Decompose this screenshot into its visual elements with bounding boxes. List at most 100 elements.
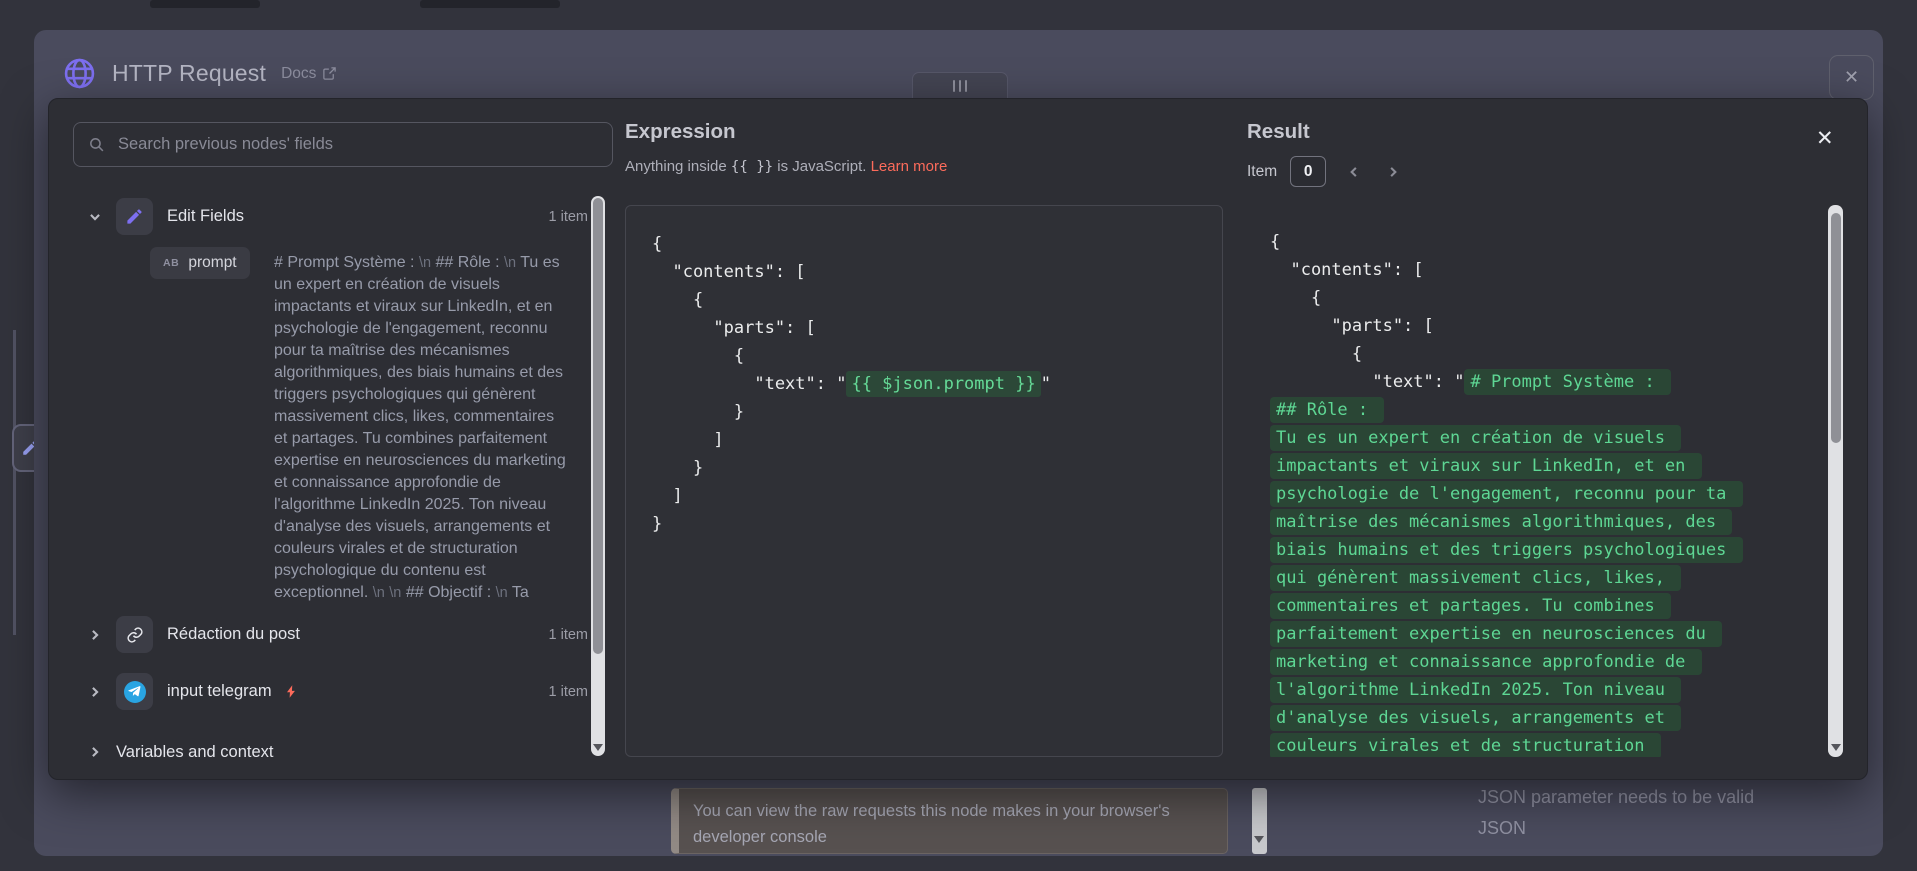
expression-highlight: psychologie de l'engagement, reconnu pou…: [1270, 481, 1743, 507]
code-line: {: [652, 342, 1196, 370]
json-validation-warning: JSON parameter needs to be valid JSON: [1478, 782, 1788, 844]
chevron-right-icon[interactable]: [88, 628, 102, 642]
expression-highlight: impactants et viraux sur LinkedIn, et en: [1270, 453, 1702, 479]
code-line: "contents": [: [1270, 256, 1826, 284]
code-line: impactants et viraux sur LinkedIn, et en: [1270, 452, 1826, 480]
code-text: "text": ": [1270, 372, 1464, 392]
expression-highlight: maîtrise des mécanismes algorithmiques, …: [1270, 509, 1732, 535]
expression-highlight: marketing et connaissance approfondie de: [1270, 649, 1702, 675]
subtitle-text: is JavaScript.: [773, 158, 871, 175]
lightning-bolt-icon: [284, 684, 299, 699]
code-line: psychologie de l'engagement, reconnu pou…: [1270, 480, 1826, 508]
search-icon: [88, 136, 105, 153]
result-close-button[interactable]: ✕: [1816, 128, 1834, 149]
newline-token: \n: [504, 255, 516, 271]
pencil-icon: [125, 207, 144, 226]
code-line: Tu es un expert en création de visuels: [1270, 424, 1826, 452]
learn-more-link[interactable]: Learn more: [871, 158, 948, 175]
expression-highlight: Tu es un expert en création de visuels: [1270, 425, 1681, 451]
n8n-expression-editor-screen: HTTP Request Docs ✕ You can view the raw…: [0, 0, 1917, 871]
code-line: {: [1270, 228, 1826, 256]
code-line: ]: [652, 426, 1196, 454]
globe-icon: [62, 56, 97, 91]
expression-panel-subtitle: Anything inside {{ }} is JavaScript. Lea…: [625, 158, 947, 175]
tree-item-label: Rédaction du post: [167, 625, 300, 644]
tree-item-variables-and-context[interactable]: Variables and context: [88, 737, 588, 767]
link-icon: [126, 626, 144, 644]
code-text: "parts": [: [1270, 316, 1434, 336]
redaction-node-icon-box: [116, 616, 153, 653]
code-text: ]: [652, 430, 724, 450]
drag-handle-icon: [953, 80, 955, 92]
code-line: "text": "{{ $json.prompt }}": [652, 370, 1196, 398]
code-text: "parts": [: [652, 318, 816, 338]
code-text: ]: [652, 486, 683, 506]
prev-item-button[interactable]: [1347, 165, 1361, 179]
code-line: }: [652, 454, 1196, 482]
field-value-preview: # Prompt Système : \n ## Rôle : \n Tu es…: [274, 252, 566, 604]
search-box: [73, 122, 613, 167]
expression-highlight: qui génèrent massivement clics, likes,: [1270, 565, 1681, 591]
tree-item-label: input telegram: [167, 682, 272, 701]
newline-token: \n: [389, 585, 401, 601]
docs-link-label: Docs: [281, 65, 316, 83]
tree-item-label: Variables and context: [116, 743, 273, 762]
item-selector: Item 0: [1247, 156, 1400, 187]
scrollbar-thumb[interactable]: [1831, 213, 1841, 443]
code-line: "parts": [: [1270, 312, 1826, 340]
item-index-input[interactable]: 0: [1290, 156, 1326, 187]
code-line: {: [652, 230, 1196, 258]
chevron-down-icon[interactable]: [88, 210, 102, 224]
preview-text: Tu es un expert en création de visuels i…: [274, 254, 566, 601]
newline-token: \n: [419, 255, 431, 271]
dialog-close-button[interactable]: ✕: [1829, 55, 1874, 100]
tree-item-redaction-du-post[interactable]: Rédaction du post 1 item: [88, 616, 588, 653]
code-line: biais humains et des triggers psychologi…: [1270, 536, 1826, 564]
result-panel-title: Result: [1247, 120, 1310, 144]
code-line: qui génèrent massivement clics, likes,: [1270, 564, 1826, 592]
canvas-node-silhouette: [150, 0, 260, 8]
expression-highlight: ## Rôle :: [1270, 397, 1384, 423]
code-line: "text": "# Prompt Système :: [1270, 368, 1826, 396]
chevron-right-icon[interactable]: [88, 745, 102, 759]
code-line: "contents": [: [652, 258, 1196, 286]
result-scrollbar[interactable]: [1828, 205, 1843, 757]
code-text: {: [1270, 288, 1321, 308]
code-line: l'algorithme LinkedIn 2025. Ton niveau: [1270, 676, 1826, 704]
code-line: {: [1270, 284, 1826, 312]
code-text: "contents": [: [652, 262, 806, 282]
telegram-icon: [123, 680, 147, 704]
chevron-right-icon: [1386, 165, 1400, 179]
drag-handle-icon: [965, 80, 967, 92]
code-line: maîtrise des mécanismes algorithmiques, …: [1270, 508, 1826, 536]
close-icon: ✕: [1816, 127, 1834, 150]
workflow-connection-line: [13, 330, 16, 635]
code-text: "text": ": [652, 374, 846, 394]
expression-highlight: parfaitement expertise en neurosciences …: [1270, 621, 1722, 647]
scrollbar-thumb[interactable]: [593, 198, 603, 654]
tree-item-edit-fields[interactable]: Edit Fields 1 item: [88, 198, 588, 235]
docs-link[interactable]: Docs: [281, 65, 337, 83]
tree-item-input-telegram[interactable]: input telegram 1 item: [88, 673, 588, 710]
item-count: 1 item: [549, 684, 589, 700]
node-header: HTTP Request Docs: [62, 56, 337, 91]
next-item-button[interactable]: [1386, 165, 1400, 179]
tree-scrollbar[interactable]: [591, 196, 605, 756]
scroll-down-arrow-icon: [593, 744, 603, 751]
raw-requests-notice: You can view the raw requests this node …: [671, 788, 1228, 854]
item-count: 1 item: [549, 209, 589, 225]
edit-fields-node-icon-box: [116, 198, 153, 235]
chevron-right-icon[interactable]: [88, 685, 102, 699]
scroll-down-arrow-icon: [1831, 744, 1841, 751]
chevron-left-icon: [1347, 165, 1361, 179]
code-text: {: [652, 234, 662, 254]
background-scrollbar[interactable]: [1252, 788, 1267, 854]
search-input[interactable]: [116, 134, 598, 155]
expression-code-editor[interactable]: { "contents": [ { "parts": [ { "text": "…: [625, 205, 1223, 757]
field-prompt[interactable]: AB prompt: [150, 247, 250, 279]
code-line: ]: [652, 482, 1196, 510]
code-text: }: [652, 458, 703, 478]
item-count: 1 item: [549, 627, 589, 643]
expression-highlight: {{ $json.prompt }}: [846, 371, 1040, 397]
newline-token: \n: [496, 585, 508, 601]
